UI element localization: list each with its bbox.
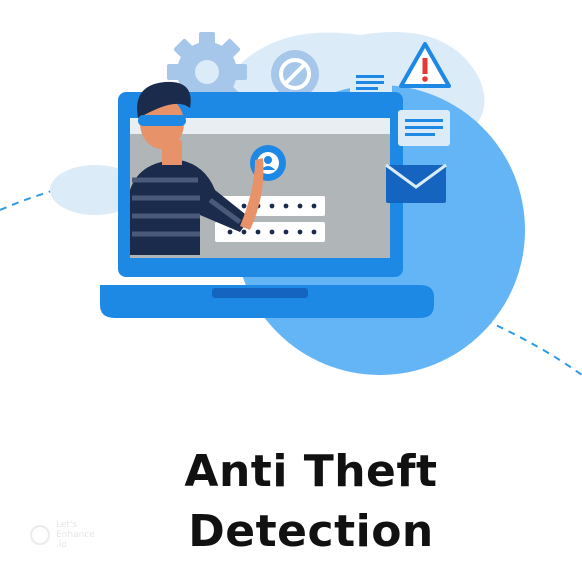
dashed-orbit-right [484,319,582,376]
block-icon [271,50,319,98]
laptop-touchpad [212,288,308,298]
document-icon [350,68,392,96]
page-title-line-1: Anti Theft [184,446,438,497]
watermark: Let's Enhance .io [30,520,95,550]
envelope-icon [385,163,447,203]
watermark-text: Let's Enhance .io [56,520,95,550]
document-icon [398,110,450,146]
anti-theft-illustration [0,32,582,376]
watermark-logo-icon [30,525,50,545]
